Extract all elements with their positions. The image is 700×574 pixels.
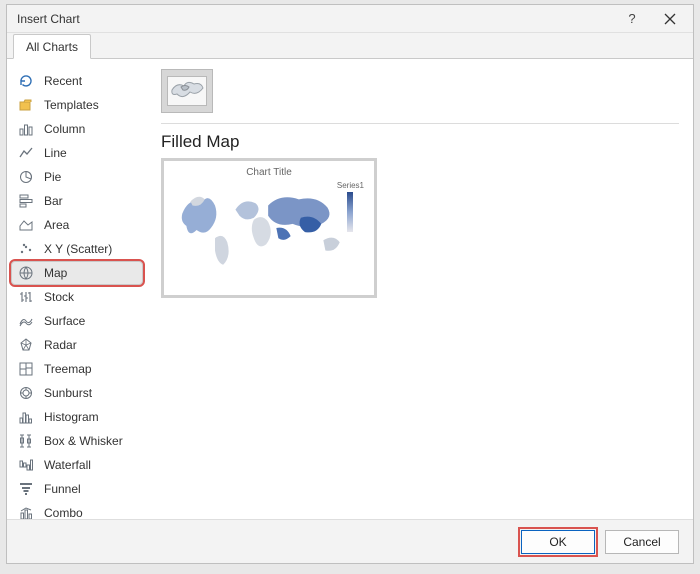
histogram-icon — [18, 409, 34, 425]
treemap-icon — [18, 361, 34, 377]
sidebar-item-sunburst[interactable]: Sunburst — [11, 381, 143, 405]
sidebar-item-pie[interactable]: Pie — [11, 165, 143, 189]
sidebar-item-label: Column — [44, 122, 85, 136]
sidebar-item-label: Surface — [44, 314, 85, 328]
cancel-button[interactable]: Cancel — [605, 530, 679, 554]
map-icon — [18, 265, 34, 281]
recent-icon — [18, 73, 34, 89]
sunburst-icon — [18, 385, 34, 401]
sidebar-item-histogram[interactable]: Histogram — [11, 405, 143, 429]
sidebar-item-label: Line — [44, 146, 67, 160]
column-icon — [18, 121, 34, 137]
sidebar-item-column[interactable]: Column — [11, 117, 143, 141]
ok-button[interactable]: OK — [521, 530, 595, 554]
sidebar-item-x-y-scatter-[interactable]: X Y (Scatter) — [11, 237, 143, 261]
templates-icon — [18, 97, 34, 113]
bar-icon — [18, 193, 34, 209]
sidebar-item-label: Histogram — [44, 410, 99, 424]
radar-icon — [18, 337, 34, 353]
combo-icon — [18, 505, 34, 519]
area-icon — [18, 217, 34, 233]
sidebar-item-box-whisker[interactable]: Box & Whisker — [11, 429, 143, 453]
sidebar-item-label: Sunburst — [44, 386, 92, 400]
subtype-filled-map[interactable] — [161, 69, 213, 113]
scatter-icon — [18, 241, 34, 257]
insert-chart-dialog: Insert Chart ? All Charts Recent Template… — [6, 4, 694, 564]
stock-icon — [18, 289, 34, 305]
sidebar-item-label: Waterfall — [44, 458, 91, 472]
sidebar-item-label: Funnel — [44, 482, 81, 496]
chart-type-heading: Filled Map — [161, 132, 679, 152]
dialog-footer: OK Cancel — [7, 519, 693, 563]
chart-preview[interactable]: Chart Title Series1 — [161, 158, 377, 298]
sidebar-item-line[interactable]: Line — [11, 141, 143, 165]
sidebar-item-funnel[interactable]: Funnel — [11, 477, 143, 501]
chart-preview-title: Chart Title — [172, 167, 366, 178]
sidebar-item-label: Treemap — [44, 362, 92, 376]
sidebar-item-label: Stock — [44, 290, 74, 304]
sidebar-item-stock[interactable]: Stock — [11, 285, 143, 309]
sidebar-item-recent[interactable]: Recent — [11, 69, 143, 93]
sidebar-item-bar[interactable]: Bar — [11, 189, 143, 213]
sidebar-item-templates[interactable]: Templates — [11, 93, 143, 117]
sidebar-item-map[interactable]: Map — [11, 261, 143, 285]
chart-main-pane: Filled Map Chart Title Series1 — [147, 59, 693, 519]
tab-strip: All Charts — [7, 33, 693, 59]
tab-all-charts[interactable]: All Charts — [13, 34, 91, 59]
funnel-icon — [18, 481, 34, 497]
legend-scale-icon — [347, 192, 353, 232]
sidebar-item-label: Recent — [44, 74, 82, 88]
sidebar-item-label: Box & Whisker — [44, 434, 123, 448]
chart-preview-attribution: ​ — [172, 285, 366, 291]
sidebar-item-label: Templates — [44, 98, 99, 112]
sidebar-item-treemap[interactable]: Treemap — [11, 357, 143, 381]
sidebar-item-combo[interactable]: Combo — [11, 501, 143, 519]
line-icon — [18, 145, 34, 161]
sidebar-item-label: Pie — [44, 170, 61, 184]
sidebar-item-label: Combo — [44, 506, 83, 519]
sidebar-item-waterfall[interactable]: Waterfall — [11, 453, 143, 477]
box-whisker-icon — [18, 433, 34, 449]
sidebar-item-area[interactable]: Area — [11, 213, 143, 237]
chart-subtype-row — [161, 69, 679, 124]
close-button[interactable] — [651, 7, 689, 31]
sidebar-item-label: Map — [44, 266, 67, 280]
world-map-icon — [174, 183, 348, 275]
sidebar-item-label: X Y (Scatter) — [44, 242, 112, 256]
pie-icon — [18, 169, 34, 185]
dialog-title: Insert Chart — [17, 12, 613, 26]
surface-icon — [18, 313, 34, 329]
chart-category-list: Recent Templates Column Line Pie Bar Area X Y (… — [7, 59, 147, 519]
sidebar-item-radar[interactable]: Radar — [11, 333, 143, 357]
waterfall-icon — [18, 457, 34, 473]
title-bar: Insert Chart ? — [7, 5, 693, 33]
dialog-body: Recent Templates Column Line Pie Bar Area X Y (… — [7, 59, 693, 519]
sidebar-item-surface[interactable]: Surface — [11, 309, 143, 333]
help-button[interactable]: ? — [613, 7, 651, 31]
sidebar-item-label: Radar — [44, 338, 77, 352]
sidebar-item-label: Bar — [44, 194, 63, 208]
sidebar-item-label: Area — [44, 218, 69, 232]
